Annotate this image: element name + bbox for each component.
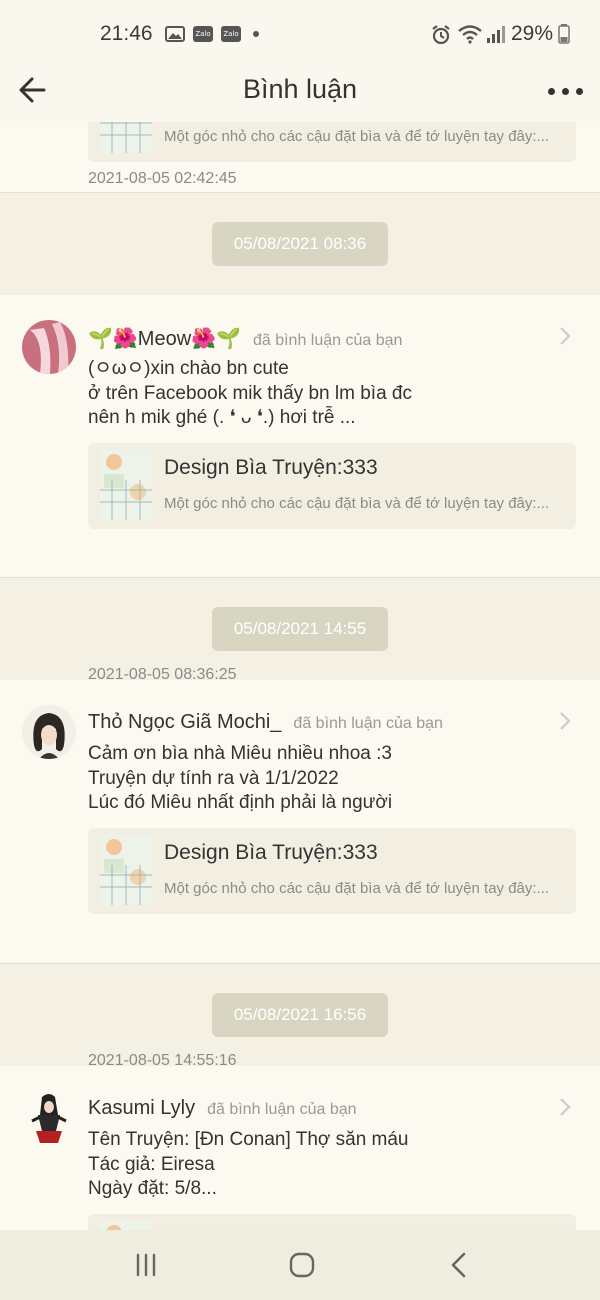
avatar[interactable] (22, 1091, 76, 1145)
comment-card[interactable]: Thỏ Ngọc Giã Mochi_ đã bình luận của bạn … (0, 680, 600, 1069)
comment-username-row: Kasumi Lyly đã bình luận của bạn (88, 1097, 357, 1120)
avatar[interactable] (22, 705, 76, 759)
story-cover-thumbnail (100, 1221, 152, 1230)
comment-card[interactable]: Kasumi Lyly đã bình luận của bạn Tên Truy… (0, 1066, 600, 1230)
comment-action-text: đã bình luận của bạn (293, 715, 443, 732)
battery-percent: 29% (511, 22, 554, 45)
comment-card-partial[interactable]: Một góc nhỏ cho các cậu đặt bìa và để tớ… (0, 122, 600, 193)
reference-post-box[interactable]: Một góc nhỏ cho các cậu đặt bìa và để tớ… (88, 122, 576, 162)
username[interactable]: 🌱🌺Meow🌺🌱 (88, 328, 241, 350)
back-icon[interactable] (440, 1248, 480, 1282)
reference-subtitle: Một góc nhỏ cho các cậu đặt bìa và để tớ… (164, 495, 550, 512)
chevron-right-icon[interactable] (558, 711, 572, 731)
signal-icon (487, 26, 505, 43)
system-navigation-bar (0, 1230, 600, 1300)
username[interactable]: Kasumi Lyly (88, 1097, 195, 1119)
recent-apps-icon[interactable] (126, 1248, 166, 1282)
reference-subtitle: Một góc nhỏ cho các cậu đặt bìa và để tớ… (164, 128, 550, 145)
comment-action-text: đã bình luận của bạn (252, 332, 403, 349)
comment-action-text: đã bình luận của bạn (207, 1101, 357, 1118)
reference-subtitle: Một góc nhỏ cho các cậu đặt bìa và để tớ… (164, 880, 550, 897)
comment-username-row: 🌱🌺Meow🌺🌱 đã bình luận của bạn (88, 326, 402, 351)
comment-text: (ㅇωㅇ)xin chào bn cute ở trên Facebook mi… (88, 358, 412, 428)
battery-icon (558, 24, 570, 44)
comment-text: Tên Truyện: [Đn Conan] Thợ săn máu Tác g… (88, 1129, 409, 1199)
story-cover-thumbnail (100, 450, 152, 520)
comment-username-row: Thỏ Ngọc Giã Mochi_ đã bình luận của bạn (88, 711, 443, 734)
home-icon[interactable] (282, 1248, 322, 1282)
comment-card[interactable]: 🌱🌺Meow🌺🌱 đã bình luận của bạn (ㅇωㅇ)xin ch… (0, 295, 600, 683)
app-header: Bình luận (0, 66, 600, 122)
date-pill: 05/08/2021 16:56 (212, 993, 388, 1037)
date-separator: 05/08/2021 14:55 (0, 578, 600, 680)
reference-title: Design Bìa Truyện:333 (164, 841, 378, 864)
reference-title: Design Bìa Truyện:333 (164, 456, 378, 479)
reference-post-box[interactable]: Design Bìa Truyện:333 Một góc nhỏ cho cá… (88, 828, 576, 914)
wifi-icon (458, 25, 482, 44)
status-time: 21:46 (100, 22, 153, 45)
gallery-icon (165, 26, 185, 42)
story-cover-thumbnail (100, 835, 152, 905)
zalo-notification-icon: Zalo (193, 26, 213, 42)
status-bar: 21:46 Zalo Zalo 29% (0, 0, 600, 66)
date-separator: 05/08/2021 16:56 (0, 964, 600, 1066)
more-dots-icon[interactable] (546, 72, 586, 108)
date-pill: 05/08/2021 14:55 (212, 607, 388, 651)
comment-text: Cảm ơn bìa nhà Miêu nhiều nhoa :3 Truyện… (88, 743, 393, 813)
reference-post-box[interactable] (88, 1214, 576, 1230)
more-notifications-dot-icon (253, 31, 259, 37)
zalo-notification-icon-2: Zalo (221, 26, 241, 42)
username[interactable]: Thỏ Ngọc Giã Mochi_ (88, 711, 281, 733)
date-pill: 05/08/2021 08:36 (212, 222, 388, 266)
date-separator: 05/08/2021 08:36 (0, 193, 600, 295)
comment-timestamp: 2021-08-05 02:42:45 (88, 170, 237, 187)
page-title: Bình luận (242, 74, 358, 104)
chevron-right-icon[interactable] (558, 326, 572, 346)
comment-feed[interactable]: Một góc nhỏ cho các cậu đặt bìa và để tớ… (0, 122, 600, 1230)
alarm-icon (432, 25, 450, 44)
story-cover-thumbnail (100, 122, 152, 153)
reference-post-box[interactable]: Design Bìa Truyện:333 Một góc nhỏ cho cá… (88, 443, 576, 529)
avatar[interactable] (22, 320, 76, 374)
chevron-right-icon[interactable] (558, 1097, 572, 1117)
